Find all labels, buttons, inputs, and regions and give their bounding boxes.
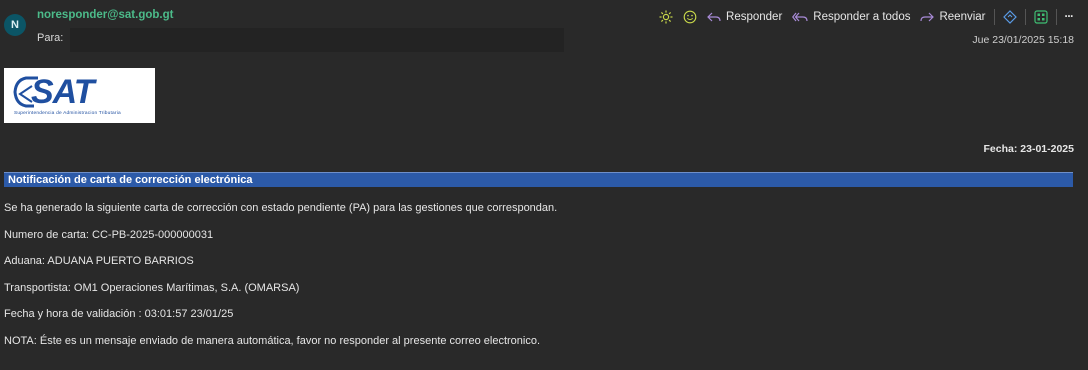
sat-logo: SAT Superintendencia de Administracion T… [4, 68, 155, 123]
avatar[interactable]: N [4, 14, 26, 36]
body-note: NOTA: Éste es un mensaje enviado de mane… [4, 335, 541, 347]
toolbar-divider [1024, 9, 1026, 25]
notification-banner: Notificación de carta de corrección elec… [4, 172, 1073, 187]
reply-label: Responder [726, 11, 783, 23]
logo-wordmark: SAT [31, 73, 94, 111]
forward-label: Reenviar [939, 11, 986, 23]
sender-address[interactable]: noresponder@sat.gob.gt [37, 9, 173, 21]
body-carrier: Transportista: OM1 Operaciones Marítimas… [4, 282, 300, 294]
to-label: Para: [37, 32, 64, 44]
sun-icon[interactable] [656, 7, 676, 27]
emoji-icon[interactable] [680, 7, 700, 27]
reply-all-button[interactable]: Responder a todos [792, 11, 910, 23]
reply-button[interactable]: Responder [707, 11, 782, 23]
notification-date: Fecha: 23-01-2025 [983, 143, 1074, 155]
loop-icon[interactable] [1000, 7, 1020, 27]
toolbar-divider [1055, 9, 1057, 25]
reply-icon [707, 12, 721, 22]
to-recipients-field[interactable] [70, 28, 564, 52]
body-customs-office: Aduana: ADUANA PUERTO BARRIOS [4, 255, 194, 267]
received-date: Jue 23/01/2025 15:18 [972, 34, 1074, 46]
reply-all-icon [792, 12, 808, 22]
reply-all-label: Responder a todos [813, 11, 911, 23]
forward-icon [920, 12, 935, 22]
toolbar-divider [993, 9, 995, 25]
more-icon: ··· [1064, 11, 1074, 23]
more-actions-button[interactable]: ··· [1065, 11, 1074, 23]
banner-title: Notificación de carta de corrección elec… [8, 174, 253, 186]
message-toolbar: Responder Responder a todos Reenviar ··· [654, 6, 1078, 28]
body-intro: Se ha generado la siguiente carta de cor… [4, 202, 558, 214]
message-header: N noresponder@sat.gob.gt Para: Responder… [0, 0, 1088, 58]
forward-button[interactable]: Reenviar [920, 11, 986, 23]
apps-grid-icon[interactable] [1031, 7, 1051, 27]
body-validation-time: Fecha y hora de validación : 03:01:57 23… [4, 308, 234, 320]
body-letter-number: Numero de carta: CC-PB-2025-000000031 [4, 229, 214, 241]
logo-subtitle: Superintendencia de Administracion Tribu… [14, 111, 121, 116]
